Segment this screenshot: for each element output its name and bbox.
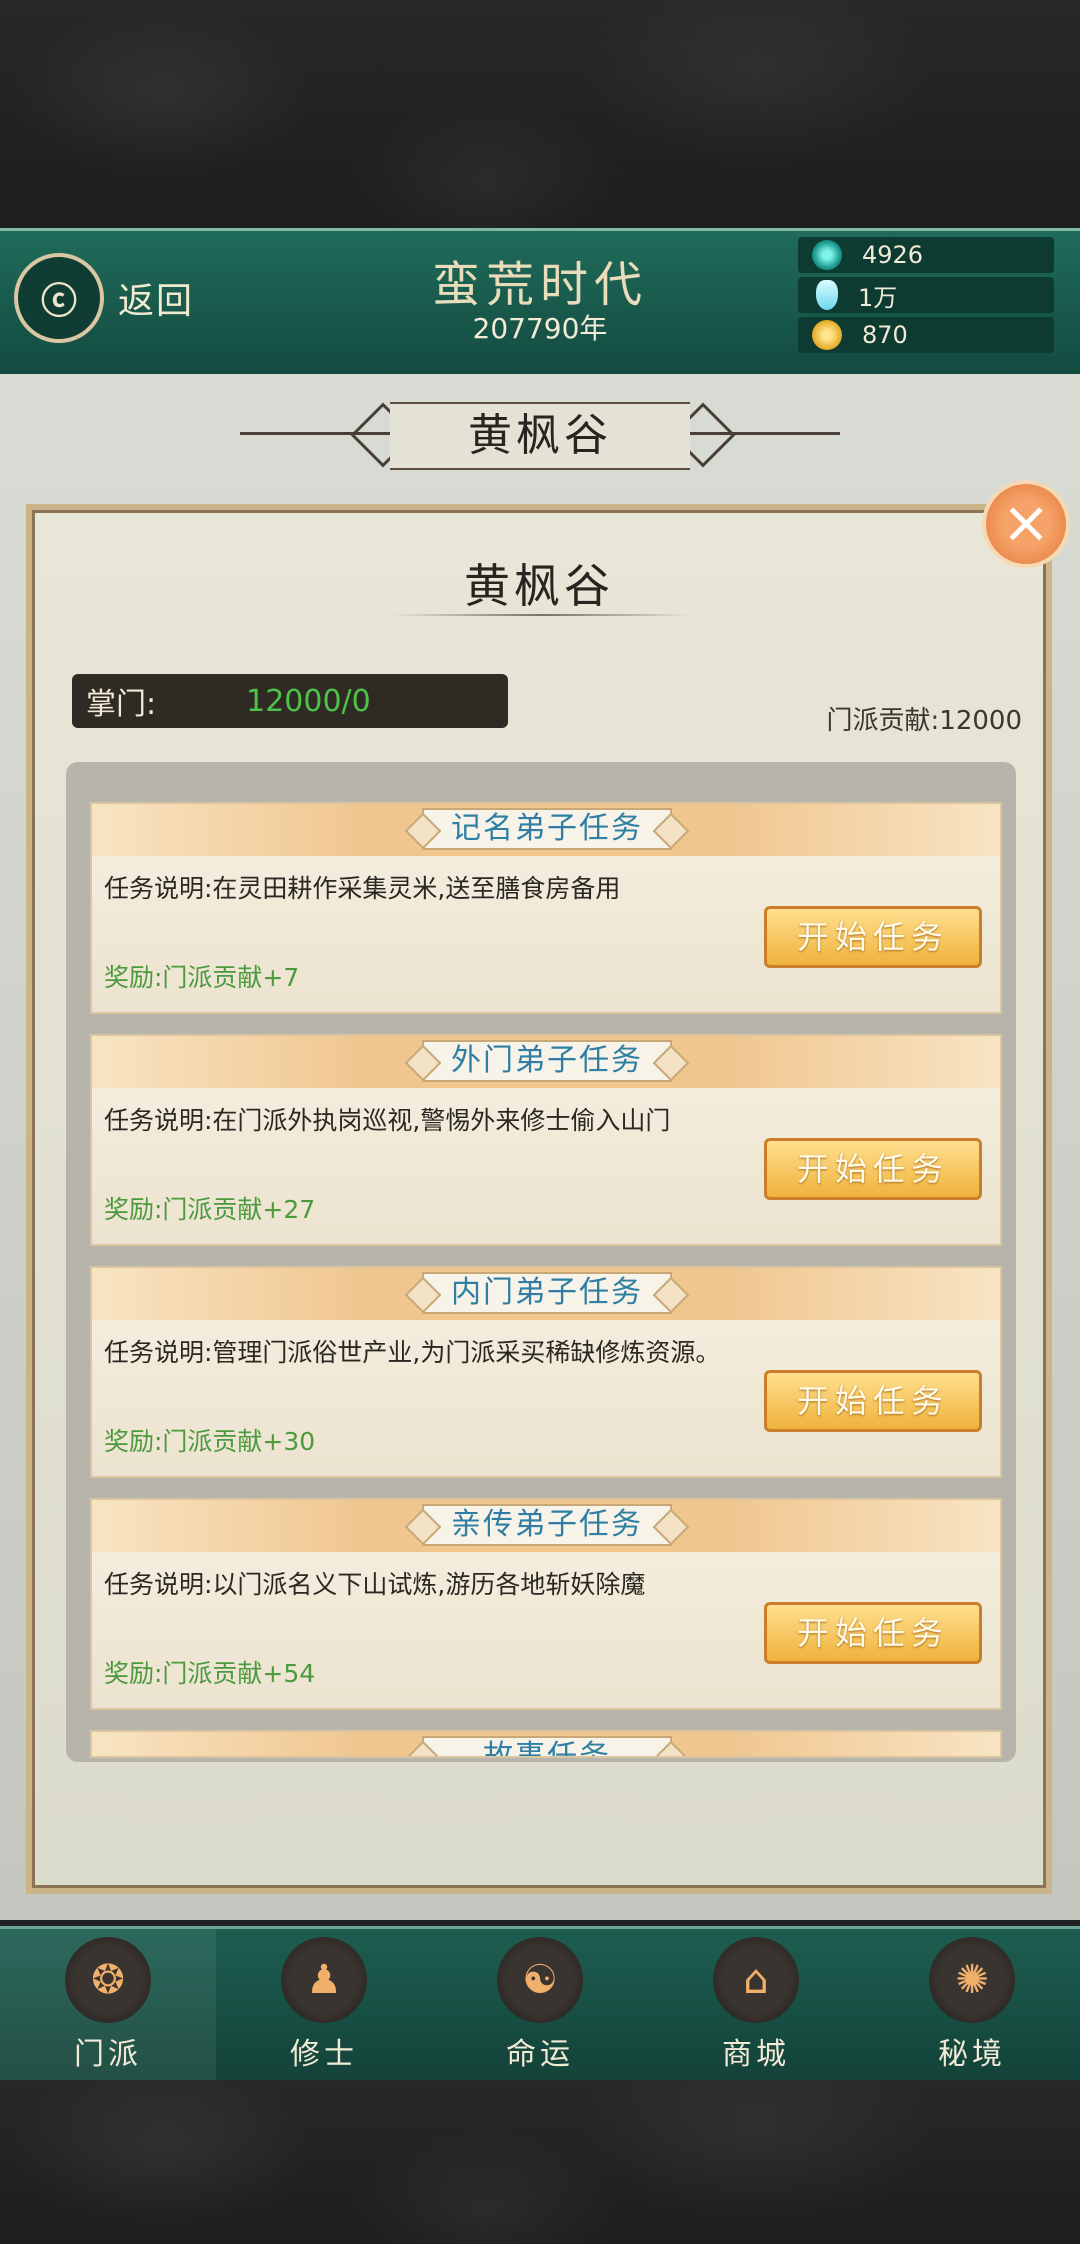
nav-label: 秘境 <box>938 2037 1006 2072</box>
task-card: 故事任务 <box>90 1730 1002 1758</box>
sect-dialog: 黄枫谷 掌门: 12000/0 门派贡献:12000 记名弟子任务 任务说明:在… <box>26 504 1052 1894</box>
task-title: 记名弟子任务 <box>422 808 672 850</box>
crystal-value: 1万 <box>858 283 898 312</box>
task-title: 亲传弟子任务 <box>422 1504 672 1546</box>
title-underline <box>392 614 692 616</box>
nav-label: 商城 <box>722 2037 790 2072</box>
top-header: ⓒ 返回 蛮荒时代 207790年 4926 1万 870 <box>0 228 1080 383</box>
task-description: 任务说明:以门派名义下山试炼,游历各地斩妖除魔 <box>104 1570 646 1599</box>
resource-jade: 4926 <box>798 237 1054 273</box>
task-card: 亲传弟子任务 任务说明:以门派名义下山试炼,游历各地斩妖除魔 奖励:门派贡献+5… <box>90 1498 1002 1710</box>
fate-icon: ☯ <box>497 1937 583 2023</box>
resource-gold: 870 <box>798 317 1054 353</box>
page-banner-title: 黄枫谷 <box>390 402 690 470</box>
task-header: 记名弟子任务 <box>92 804 1000 856</box>
bottom-nav: ❂ 门派 ♟ 修士 ☯ 命运 ⌂ 商城 ✺ 秘境 <box>0 1926 1080 2081</box>
task-reward: 奖励:门派贡献+54 <box>104 1659 316 1688</box>
nav-label: 门派 <box>74 2037 142 2072</box>
era-title: 蛮荒时代 <box>431 257 648 313</box>
task-reward: 奖励:门派贡献+30 <box>104 1427 316 1456</box>
start-task-button[interactable]: 开始任务 <box>764 1138 982 1200</box>
spirit-crystal-icon <box>816 280 838 310</box>
jade-value: 4926 <box>862 241 924 269</box>
task-card: 外门弟子任务 任务说明:在门派外执岗巡视,警惕外来修士偷入山门 奖励:门派贡献+… <box>90 1034 1002 1246</box>
gold-ingot-icon <box>812 320 842 350</box>
task-reward: 奖励:门派贡献+27 <box>104 1195 316 1224</box>
back-arrow-icon: ⓒ <box>14 253 104 343</box>
task-header: 亲传弟子任务 <box>92 1500 1000 1552</box>
task-header: 外门弟子任务 <box>92 1036 1000 1088</box>
close-button[interactable]: × <box>982 480 1070 568</box>
task-header: 内门弟子任务 <box>92 1268 1000 1320</box>
leader-value: 12000/0 <box>246 683 371 719</box>
jade-gem-icon <box>812 240 842 270</box>
task-title: 故事任务 <box>422 1736 672 1756</box>
nav-label: 修士 <box>290 2037 358 2072</box>
shop-icon: ⌂ <box>713 1937 799 2023</box>
start-task-button[interactable]: 开始任务 <box>764 1602 982 1664</box>
back-label: 返回 <box>118 281 195 322</box>
close-icon: × <box>1001 488 1051 556</box>
task-description: 任务说明:在灵田耕作采集灵米,送至膳食房备用 <box>104 874 621 903</box>
resource-panel: 4926 1万 870 <box>798 237 1054 357</box>
nav-item-secret-realm[interactable]: ✺ 秘境 <box>864 1929 1080 2081</box>
task-title: 内门弟子任务 <box>422 1272 672 1314</box>
task-list[interactable]: 记名弟子任务 任务说明:在灵田耕作采集灵米,送至膳食房备用 奖励:门派贡献+7 … <box>66 762 1016 1762</box>
cultivator-icon: ♟ <box>281 1937 367 2023</box>
resource-crystal: 1万 <box>798 277 1054 313</box>
nav-label: 命运 <box>506 2037 574 2072</box>
background-bottom <box>0 2080 1080 2244</box>
leader-bar: 掌门: 12000/0 <box>72 674 508 728</box>
task-header: 故事任务 <box>92 1732 1000 1756</box>
start-task-button[interactable]: 开始任务 <box>764 906 982 968</box>
leader-label: 掌门: <box>86 687 157 722</box>
secret-realm-icon: ✺ <box>929 1937 1015 2023</box>
era-year: 207790年 <box>472 312 608 345</box>
dialog-title: 黄枫谷 <box>464 559 614 613</box>
nav-item-cultivator[interactable]: ♟ 修士 <box>216 1929 432 2081</box>
start-task-button[interactable]: 开始任务 <box>764 1370 982 1432</box>
task-card: 记名弟子任务 任务说明:在灵田耕作采集灵米,送至膳食房备用 奖励:门派贡献+7 … <box>90 802 1002 1014</box>
task-card: 内门弟子任务 任务说明:管理门派俗世产业,为门派采买稀缺修炼资源。 奖励:门派贡… <box>90 1266 1002 1478</box>
task-description: 任务说明:在门派外执岗巡视,警惕外来修士偷入山门 <box>104 1106 671 1135</box>
sect-contribution: 门派贡献:12000 <box>826 706 1022 736</box>
task-description: 任务说明:管理门派俗世产业,为门派采买稀缺修炼资源。 <box>104 1338 721 1367</box>
back-button[interactable]: ⓒ 返回 <box>14 253 204 343</box>
nav-item-sect[interactable]: ❂ 门派 <box>0 1929 216 2081</box>
nav-item-fate[interactable]: ☯ 命运 <box>432 1929 648 2081</box>
background-top <box>0 0 1080 230</box>
gold-value: 870 <box>862 321 908 349</box>
nav-item-shop[interactable]: ⌂ 商城 <box>648 1929 864 2081</box>
task-title: 外门弟子任务 <box>422 1040 672 1082</box>
sect-icon: ❂ <box>65 1937 151 2023</box>
task-reward: 奖励:门派贡献+7 <box>104 963 300 992</box>
